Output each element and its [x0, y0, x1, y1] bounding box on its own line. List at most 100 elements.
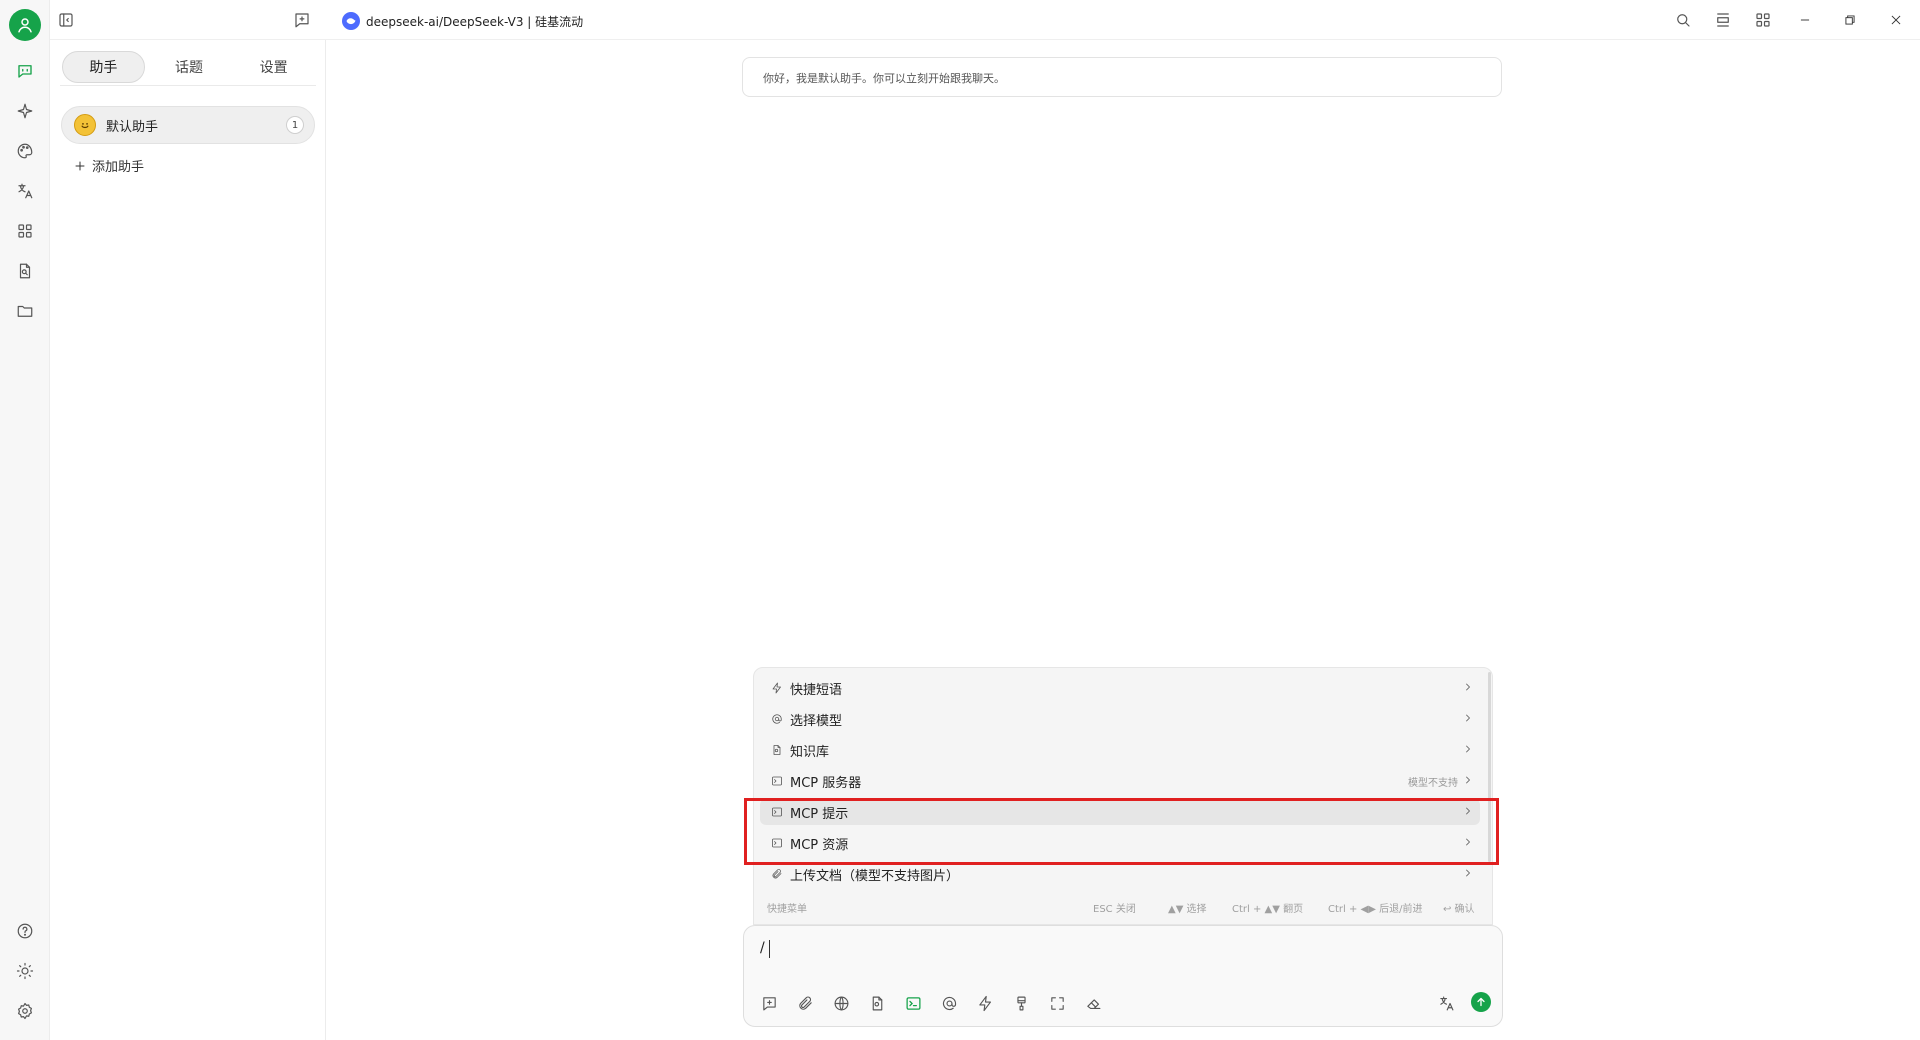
translate-icon [18, 183, 33, 199]
terminal-icon [905, 996, 921, 1010]
at-icon [942, 996, 956, 1010]
quick-menu-label: 上传文档（模型不支持图片） [790, 868, 960, 884]
minimize-icon [1800, 19, 1810, 21]
tab-topics[interactable]: 话题 [149, 51, 230, 83]
layout-icon [1717, 13, 1729, 27]
restore-icon [1845, 15, 1855, 25]
top-header: deepseek-ai/DeepSeek-V3 | 硅基流动 [50, 0, 1920, 40]
restore-button[interactable] [1838, 8, 1862, 32]
new-chat-icon [295, 13, 309, 28]
search-icon [1677, 14, 1690, 27]
translate-icon [1439, 996, 1453, 1010]
folder-icon [17, 305, 33, 317]
chevron-right-icon [1466, 869, 1470, 877]
hint-page: Ctrl + ▲▼ 翻页 [1232, 904, 1304, 915]
model-title-text: deepseek-ai/DeepSeek-V3 | 硅基流动 [366, 14, 584, 29]
assistant-sidebar: 助手 话题 设置 默认助手 1 添加助手 [50, 0, 326, 1040]
quick-menu-item-select-model[interactable]: 选择模型 [760, 706, 1480, 732]
search-button[interactable] [1671, 8, 1695, 32]
quick-menu-item-knowledge[interactable]: 知识库 [760, 737, 1480, 763]
user-avatar[interactable] [9, 9, 41, 41]
user-icon [18, 18, 32, 33]
mcp-tools-button[interactable] [901, 991, 925, 1015]
minimize-button[interactable] [1793, 8, 1817, 32]
chevron-right-icon [1466, 683, 1470, 691]
sparkle-icon [17, 103, 33, 119]
new-topic-tool-button[interactable] [757, 991, 781, 1015]
model-selector[interactable]: deepseek-ai/DeepSeek-V3 | 硅基流动 [342, 12, 583, 30]
rail-settings-button[interactable] [10, 996, 40, 1026]
plus-icon [75, 161, 85, 170]
sun-icon [16, 962, 34, 980]
new-chat-icon [762, 996, 776, 1010]
clear-input-button[interactable] [1081, 991, 1105, 1015]
mention-model-button[interactable] [937, 991, 961, 1015]
send-button[interactable] [1471, 992, 1491, 1012]
toggle-sidebar-button[interactable] [54, 8, 78, 32]
assistant-name: 默认助手 [106, 119, 159, 135]
quick-menu-title: 快捷菜单 [767, 904, 807, 915]
quick-phrases-button[interactable] [973, 991, 997, 1015]
close-icon [1891, 15, 1901, 25]
left-rail [0, 0, 50, 1040]
translate-input-button[interactable] [1434, 991, 1458, 1015]
chat-icon [18, 65, 32, 78]
close-button[interactable] [1884, 8, 1908, 32]
layout-toggle-button[interactable] [1711, 8, 1735, 32]
file-search-icon [872, 996, 882, 1010]
quick-menu-label: 选择模型 [790, 713, 843, 729]
rail-files-button[interactable] [10, 296, 40, 326]
attach-button[interactable] [793, 991, 817, 1015]
rail-knowledge-button[interactable] [10, 256, 40, 286]
paperclip-icon [798, 996, 812, 1010]
new-topic-button[interactable] [290, 8, 314, 32]
hint-confirm: ↩ 确认 [1443, 904, 1475, 915]
paperclip-icon [772, 869, 782, 879]
assistant-item-default[interactable]: 默认助手 1 [61, 106, 315, 144]
web-search-button[interactable] [829, 991, 853, 1015]
rail-agents-button[interactable] [10, 96, 40, 126]
chevron-right-icon [1466, 776, 1470, 784]
grid-icon [18, 224, 32, 238]
gear-icon [18, 1002, 32, 1020]
zap-icon [978, 995, 991, 1011]
fullscreen-icon [1050, 996, 1064, 1010]
quick-menu-item-mcp-servers[interactable]: MCP 服务器 模型不支持 [760, 768, 1480, 794]
add-assistant-label: 添加助手 [92, 160, 145, 175]
rail-translate-button[interactable] [10, 176, 40, 206]
quick-menu-label: 知识库 [790, 744, 830, 760]
expand-input-button[interactable] [1045, 991, 1069, 1015]
rail-apps-button[interactable] [10, 216, 40, 246]
tab-assistants[interactable]: 助手 [62, 50, 145, 83]
quick-menu-item-phrases[interactable]: 快捷短语 [760, 675, 1480, 701]
terminal-icon [772, 776, 782, 786]
quick-menu-label: MCP 服务器 [790, 775, 862, 791]
chat-input-box[interactable]: / [743, 925, 1503, 1027]
deepseek-logo-icon [342, 12, 360, 30]
brush-icon [1016, 996, 1026, 1010]
chevron-right-icon [1466, 714, 1470, 722]
rail-help-button[interactable] [10, 916, 40, 946]
rail-chat-button[interactable] [10, 56, 40, 86]
hint-select: ▲▼ 选择 [1168, 904, 1207, 915]
tab-settings[interactable]: 设置 [233, 51, 314, 83]
eraser-icon [1086, 998, 1100, 1009]
palette-icon [17, 143, 33, 159]
knowledge-base-button[interactable] [865, 991, 889, 1015]
chat-input-text[interactable]: / [760, 940, 765, 956]
rail-paint-button[interactable] [10, 136, 40, 166]
at-icon [772, 714, 782, 724]
hint-close: ESC 关闭 [1093, 904, 1136, 915]
quick-menu-label: 快捷短语 [790, 682, 843, 698]
globe-icon [834, 996, 848, 1010]
clear-context-button[interactable] [1009, 991, 1033, 1015]
add-assistant-button[interactable]: 添加助手 [74, 156, 144, 175]
file-search-icon [19, 263, 31, 279]
hint-navigate: Ctrl + ◀▶ 后退/前进 [1328, 904, 1423, 915]
assistant-emoji-icon [74, 114, 96, 136]
sidebar-collapse-icon [59, 13, 73, 27]
mini-apps-button[interactable] [1751, 8, 1775, 32]
text-cursor [769, 940, 770, 958]
unsupported-note: 模型不支持 [1408, 777, 1458, 789]
rail-theme-button[interactable] [10, 956, 40, 986]
